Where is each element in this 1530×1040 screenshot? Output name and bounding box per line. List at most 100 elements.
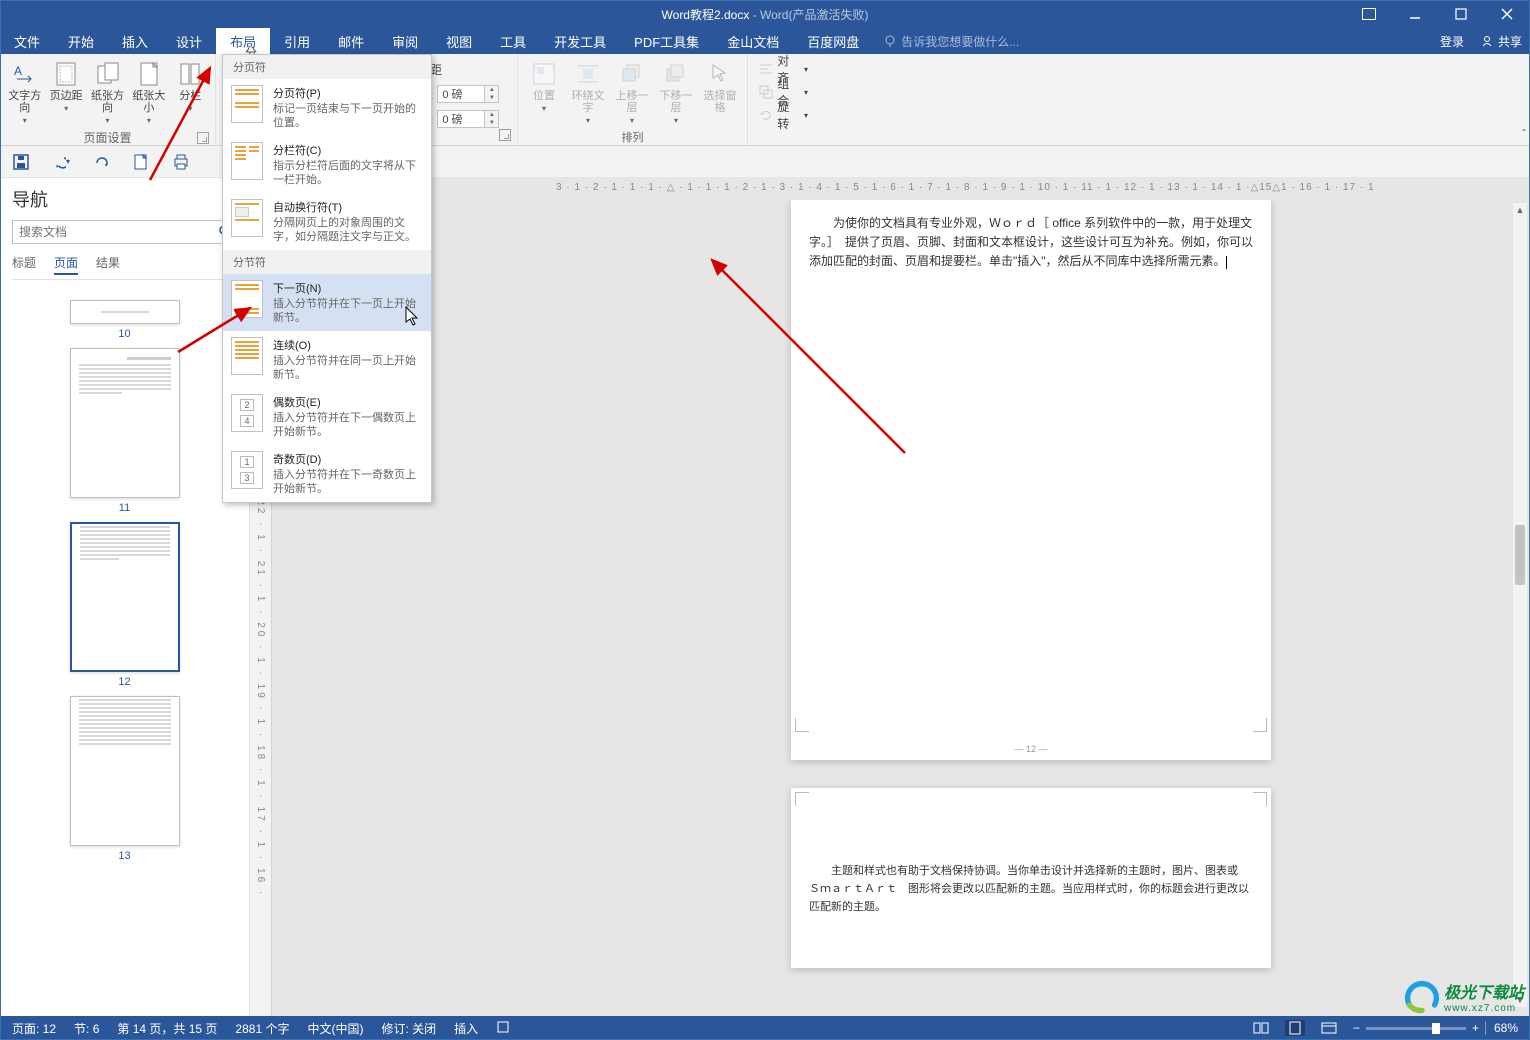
wrap-text-button: 环绕文字▾ xyxy=(568,58,608,127)
status-track[interactable]: 修订: 关闭 xyxy=(381,1020,436,1037)
break-textwrap[interactable]: 自动换行符(T)分隔网页上的对象周围的文字，如分隔题注文字与正文。 xyxy=(223,193,431,250)
break-odd-page[interactable]: 13奇数页(D)插入分节符并在下一奇数页上开始新节。 xyxy=(223,445,431,502)
break-continuous[interactable]: 连续(O)插入分节符并在同一页上开始新节。 xyxy=(223,331,431,388)
horizontal-ruler[interactable]: 3 · 1 · 2 · 1 · 1 · 1 · △ · 1 · 1 · 1 · … xyxy=(556,178,1375,196)
ribbon-display-icon[interactable] xyxy=(1346,0,1392,28)
minimize-button[interactable] xyxy=(1392,0,1438,28)
position-button: 位置▾ xyxy=(524,58,564,115)
page-13[interactable]: 主题和样式也有助于文档保持协调。当你单击设计并选择新的主题时，图片、图表或 Ｓｍ… xyxy=(791,788,1271,968)
break-column[interactable]: 分栏符(C)指示分栏符后面的文字将从下一栏开始。 xyxy=(223,136,431,193)
print-layout-icon[interactable] xyxy=(1285,1020,1305,1036)
window-controls xyxy=(1346,0,1530,28)
thumbnail-10[interactable]: 10 xyxy=(12,300,237,340)
share-icon xyxy=(1480,34,1494,48)
margins-button[interactable]: 页边距▾ xyxy=(47,58,84,115)
text-cursor xyxy=(1226,256,1227,269)
collapse-ribbon-icon[interactable]: ˆ xyxy=(1522,127,1526,141)
tab-file[interactable]: 文件 xyxy=(0,28,54,54)
login-link[interactable]: 登录 xyxy=(1440,33,1464,50)
thumbnail-11[interactable]: 11 xyxy=(12,348,237,514)
page-number: — 12 — xyxy=(1014,744,1047,754)
tab-view[interactable]: 视图 xyxy=(432,28,486,54)
columns-button[interactable]: 分栏▾ xyxy=(172,58,209,115)
nav-tab-headings[interactable]: 标题 xyxy=(12,252,36,275)
status-word-count[interactable]: 2881 个字 xyxy=(235,1020,289,1037)
share-button[interactable]: 共享 xyxy=(1480,33,1522,50)
svg-text:A: A xyxy=(14,64,22,78)
breaks-dropdown: 分页符 分页符(P)标记一页结束与下一页开始的位置。 分栏符(C)指示分栏符后面… xyxy=(222,54,432,503)
zoom-slider[interactable] xyxy=(1366,1027,1466,1030)
read-mode-icon[interactable] xyxy=(1251,1020,1271,1036)
status-language[interactable]: 中文(中国) xyxy=(307,1020,363,1037)
ribbon-tabs: 文件 开始 插入 设计 布局 引用 邮件 审阅 视图 工具 开发工具 PDF工具… xyxy=(0,28,1530,54)
tab-baidu[interactable]: 百度网盘 xyxy=(793,28,873,54)
tab-wps[interactable]: 金山文档 xyxy=(713,28,793,54)
web-layout-icon[interactable] xyxy=(1319,1020,1339,1036)
redo-icon[interactable] xyxy=(92,153,110,171)
nav-search-input[interactable] xyxy=(12,220,237,244)
mouse-cursor-icon xyxy=(404,306,420,326)
undo-icon[interactable]: ▾ xyxy=(52,153,70,171)
thumbnail-13[interactable]: 13 xyxy=(12,696,237,862)
orientation-button[interactable]: 纸张方向▾ xyxy=(89,58,126,127)
tab-tools[interactable]: 工具 xyxy=(486,28,540,54)
status-bar: 页面: 12 节: 6 第 14 页，共 15 页 2881 个字 中文(中国)… xyxy=(0,1016,1530,1040)
page-setup-launcher[interactable] xyxy=(197,132,209,144)
status-page-count[interactable]: 第 14 页，共 15 页 xyxy=(117,1020,217,1037)
rotate-button: 旋转▾ xyxy=(754,104,812,126)
zoom-control[interactable]: − + 68% xyxy=(1353,1021,1518,1035)
paragraph-launcher[interactable] xyxy=(499,129,511,141)
paragraph-text[interactable]: 为使你的文档具有专业外观，Ｗｏｒｄ［ office 系列软件中的一款，用于处理文… xyxy=(809,214,1253,271)
save-icon[interactable] xyxy=(12,153,30,171)
size-button[interactable]: 纸张大小▾ xyxy=(130,58,167,127)
tell-me-input[interactable]: 告诉我您想要做什么... xyxy=(883,28,1019,54)
break-even-page[interactable]: 24偶数页(E)插入分节符并在下一偶数页上开始新节。 xyxy=(223,388,431,445)
new-icon[interactable] xyxy=(132,153,150,171)
maximize-button[interactable] xyxy=(1438,0,1484,28)
thumbnail-list[interactable]: 10 11 12 13 xyxy=(12,288,237,1008)
status-section[interactable]: 节: 6 xyxy=(74,1020,99,1037)
print-icon[interactable] xyxy=(172,153,190,171)
break-next-page[interactable]: 下一页(N)插入分节符并在下一页上开始新节。 xyxy=(223,274,431,331)
tab-insert[interactable]: 插入 xyxy=(108,28,162,54)
tab-references[interactable]: 引用 xyxy=(270,28,324,54)
status-insert[interactable]: 插入 xyxy=(454,1020,478,1037)
selection-pane-button[interactable]: 选择窗格 xyxy=(700,58,740,116)
nav-title: 导航 xyxy=(12,186,237,212)
nav-tab-results[interactable]: 结果 xyxy=(96,252,120,275)
send-back-button: 下移一层▾ xyxy=(656,58,696,127)
zoom-in-icon[interactable]: + xyxy=(1472,1021,1479,1035)
status-page[interactable]: 页面: 12 xyxy=(12,1020,56,1037)
paragraph-text-2[interactable]: 主题和样式也有助于文档保持协调。当你单击设计并选择新的主题时，图片、图表或 Ｓｍ… xyxy=(809,862,1253,916)
breaks-header-section: 分节符 xyxy=(223,250,431,274)
spacing-after-input[interactable]: 0 磅▲▼ xyxy=(437,109,499,129)
tab-review[interactable]: 审阅 xyxy=(378,28,432,54)
thumbnail-12[interactable]: 12 xyxy=(12,522,237,688)
nav-tabs: 标题 页面 结果 xyxy=(12,252,237,280)
page-setup-group-label: 页面设置 xyxy=(83,131,131,145)
text-direction-button[interactable]: A文字方向▾ xyxy=(6,58,43,127)
nav-tab-pages[interactable]: 页面 xyxy=(54,252,78,275)
window-title: Word教程2.docx - Word(产品激活失败) xyxy=(662,6,869,23)
vertical-scrollbar[interactable]: ▲▼ xyxy=(1512,202,1528,1008)
spacing-before-input[interactable]: 0 磅▲▼ xyxy=(437,84,499,104)
zoom-out-icon[interactable]: − xyxy=(1353,1021,1360,1035)
bring-forward-button: 上移一层▾ xyxy=(612,58,652,127)
close-button[interactable] xyxy=(1484,0,1530,28)
arrange-group-label: 排列 xyxy=(524,127,741,145)
page-12[interactable]: 为使你的文档具有专业外观，Ｗｏｒｄ［ office 系列软件中的一款，用于处理文… xyxy=(791,200,1271,760)
tab-design[interactable]: 设计 xyxy=(162,28,216,54)
title-bar: Word教程2.docx - Word(产品激活失败) xyxy=(0,0,1530,28)
zoom-value[interactable]: 68% xyxy=(1485,1021,1518,1035)
document-area: 27 · 1 · 26 · 1 · 25 · 1 · 24 · 1 · 23 ·… xyxy=(250,178,1530,1016)
tab-mailings[interactable]: 邮件 xyxy=(324,28,378,54)
break-page[interactable]: 分页符(P)标记一页结束与下一页开始的位置。 xyxy=(223,79,431,136)
tab-pdf[interactable]: PDF工具集 xyxy=(620,28,713,54)
tab-home[interactable]: 开始 xyxy=(54,28,108,54)
lightbulb-icon xyxy=(883,34,897,48)
tab-devtools[interactable]: 开发工具 xyxy=(540,28,620,54)
navigation-pane: 导航 标题 页面 结果 10 11 12 13 xyxy=(0,178,250,1016)
breaks-header-page: 分页符 xyxy=(223,55,431,79)
macro-icon[interactable] xyxy=(496,1020,510,1037)
document-canvas[interactable]: 为使你的文档具有专业外观，Ｗｏｒｄ［ office 系列软件中的一款，用于处理文… xyxy=(556,200,1506,1016)
